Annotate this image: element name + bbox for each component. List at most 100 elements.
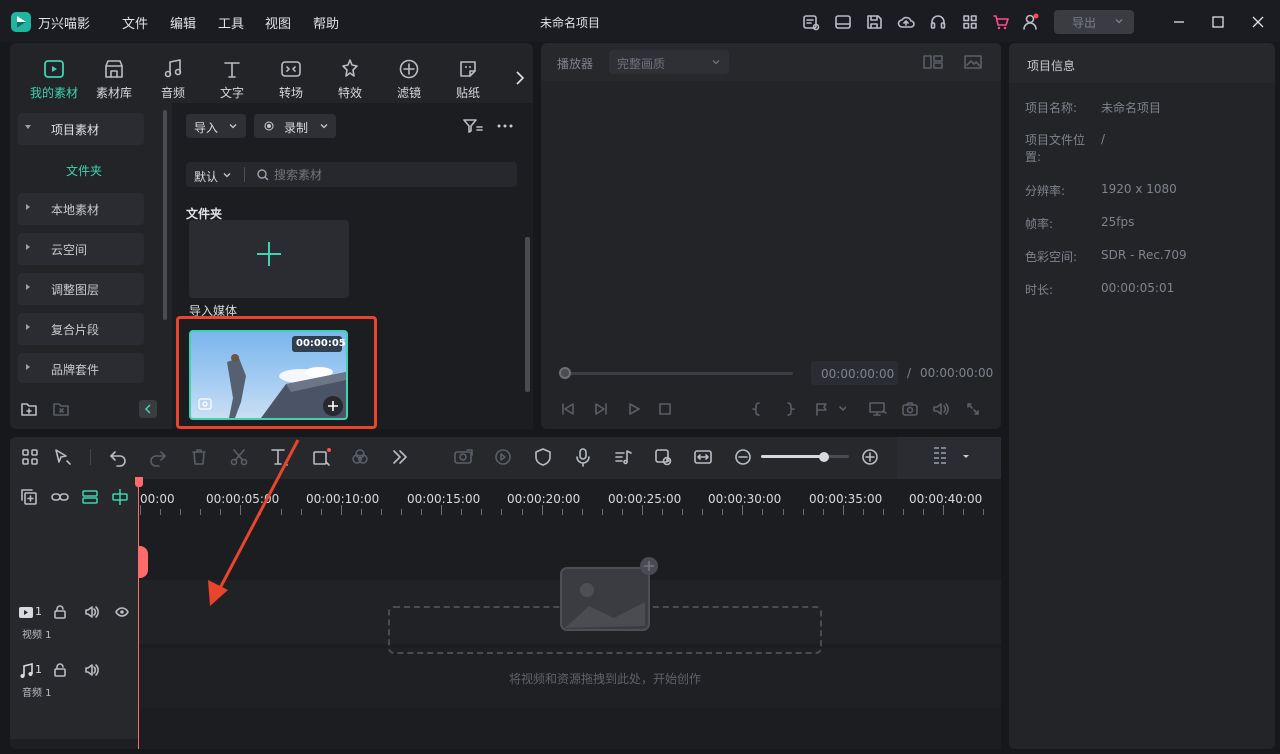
account-icon[interactable]: [1022, 12, 1040, 32]
import-button[interactable]: 导入: [186, 114, 246, 138]
audio-track-lock-icon[interactable]: [53, 663, 67, 677]
layout-grid-icon[interactable]: [20, 447, 40, 467]
stop-icon[interactable]: [657, 401, 673, 417]
media-placeholder-icon: [559, 556, 663, 634]
tab-stickers[interactable]: 贴纸: [442, 58, 494, 101]
expand-arrow-icon: [26, 244, 30, 250]
video-track-audio-icon[interactable]: [85, 605, 99, 619]
snap-icon[interactable]: [111, 488, 129, 506]
tabs-next-icon[interactable]: [514, 70, 526, 86]
record-icon: [264, 121, 274, 131]
maximize-icon[interactable]: [1211, 15, 1225, 29]
tab-stock-library[interactable]: 素材库: [88, 58, 140, 101]
tab-text[interactable]: 文字: [206, 58, 258, 101]
ruler-tick: [401, 509, 402, 515]
snapshot-view-icon[interactable]: [963, 53, 983, 71]
prev-frame-icon[interactable]: [560, 401, 576, 417]
select-pointer-icon[interactable]: [52, 447, 72, 467]
add-track-icon[interactable]: [20, 488, 38, 506]
playhead-marker[interactable]: [138, 546, 148, 578]
magnetic-track-icon[interactable]: [81, 488, 99, 506]
collapse-sidebar-icon[interactable]: [139, 400, 157, 418]
mark-in-icon[interactable]: [750, 401, 764, 417]
headset-icon[interactable]: [929, 13, 947, 31]
cart-icon[interactable]: [992, 13, 1010, 31]
zoom-slider-track[interactable]: [761, 455, 849, 458]
sidebar-item-local[interactable]: 本地素材: [18, 193, 144, 225]
sidebar-project-media[interactable]: 项目素材: [18, 113, 144, 145]
close-icon[interactable]: [1251, 15, 1265, 29]
link-icon[interactable]: [51, 488, 69, 506]
grid-view-icon[interactable]: [922, 53, 944, 71]
cloud-upload-icon[interactable]: [897, 13, 915, 31]
import-media-tile[interactable]: [189, 220, 349, 298]
fit-timeline-icon[interactable]: [693, 447, 713, 467]
camera-snapshot-icon[interactable]: [901, 401, 919, 417]
ruler-tick: [843, 505, 844, 515]
current-time-box[interactable]: 00:00:00:00: [811, 361, 898, 385]
record-button[interactable]: 录制: [254, 114, 336, 138]
tab-stickers-label: 贴纸: [455, 86, 480, 100]
track-height-icon[interactable]: [932, 446, 972, 468]
undo-icon[interactable]: [108, 447, 128, 467]
shield-icon[interactable]: [533, 447, 553, 467]
sidebar-scrollbar[interactable]: [163, 110, 167, 320]
play-icon[interactable]: [626, 401, 642, 417]
menu-file[interactable]: 文件: [122, 13, 148, 32]
playback-progress-track[interactable]: [565, 372, 793, 375]
quality-dropdown[interactable]: 完整画质: [609, 50, 729, 74]
layout-icon[interactable]: [834, 13, 852, 31]
tab-transitions[interactable]: 转场: [265, 58, 317, 101]
filter-sort-icon[interactable]: [462, 117, 484, 135]
tab-audio[interactable]: 音频: [147, 58, 199, 101]
sidebar-item-cloud[interactable]: 云空间: [18, 233, 144, 265]
ai-cutout-icon[interactable]: [453, 447, 473, 467]
audio-track-volume-icon[interactable]: [85, 663, 99, 677]
marker-icon[interactable]: [814, 401, 846, 417]
export-button[interactable]: 导出: [1054, 10, 1134, 34]
playhead-line[interactable]: [138, 479, 139, 749]
next-frame-icon[interactable]: [593, 401, 609, 417]
tab-my-media[interactable]: 我的素材: [28, 58, 80, 101]
menu-view[interactable]: 视图: [265, 13, 291, 32]
apps-grid-icon[interactable]: [961, 13, 979, 31]
add-to-timeline-icon[interactable]: [323, 396, 343, 416]
zoom-in-icon[interactable]: [860, 447, 880, 467]
mark-out-icon[interactable]: [783, 401, 797, 417]
tab-filters[interactable]: 滤镜: [383, 58, 435, 101]
tab-effects[interactable]: 特效: [324, 58, 376, 101]
color-tool-icon[interactable]: [350, 447, 370, 467]
media-scrollbar[interactable]: [525, 237, 530, 392]
delete-folder-icon[interactable]: [52, 400, 70, 418]
search-input[interactable]: [274, 164, 504, 185]
menu-help[interactable]: 帮助: [313, 13, 339, 32]
playhead-handle[interactable]: [135, 477, 143, 487]
sidebar-folder[interactable]: 文件夹: [66, 162, 102, 179]
preview-render-icon[interactable]: [653, 447, 673, 467]
sort-dropdown[interactable]: 默认: [194, 168, 218, 185]
new-folder-icon[interactable]: [20, 400, 38, 418]
more-options-icon[interactable]: [496, 118, 514, 134]
menu-tools[interactable]: 工具: [218, 13, 244, 32]
project-settings-icon[interactable]: [802, 13, 820, 31]
zoom-out-icon[interactable]: [733, 447, 753, 467]
video-clip-thumbnail[interactable]: 00:00:05: [189, 330, 348, 420]
sidebar-item-adjustment[interactable]: 调整图层: [18, 273, 144, 305]
microphone-icon[interactable]: [573, 447, 593, 467]
sidebar-item-compound[interactable]: 复合片段: [18, 313, 144, 345]
more-tools-icon[interactable]: [390, 447, 410, 467]
video-track-lock-icon[interactable]: [53, 605, 67, 619]
speed-icon[interactable]: [493, 447, 513, 467]
minimize-icon[interactable]: [1172, 15, 1186, 29]
save-icon[interactable]: [865, 13, 883, 31]
menu-edit[interactable]: 编辑: [170, 13, 196, 32]
sidebar-item-brand[interactable]: 品牌套件: [18, 353, 144, 383]
playback-progress-handle[interactable]: [559, 367, 571, 379]
redo-icon[interactable]: [148, 447, 168, 467]
volume-icon[interactable]: [932, 401, 950, 417]
display-icon[interactable]: [868, 401, 888, 417]
video-track-visibility-icon[interactable]: [115, 605, 129, 619]
fullscreen-icon[interactable]: [965, 401, 981, 417]
audio-beat-icon[interactable]: [613, 447, 633, 467]
ruler-label: 00:00: [140, 492, 175, 506]
